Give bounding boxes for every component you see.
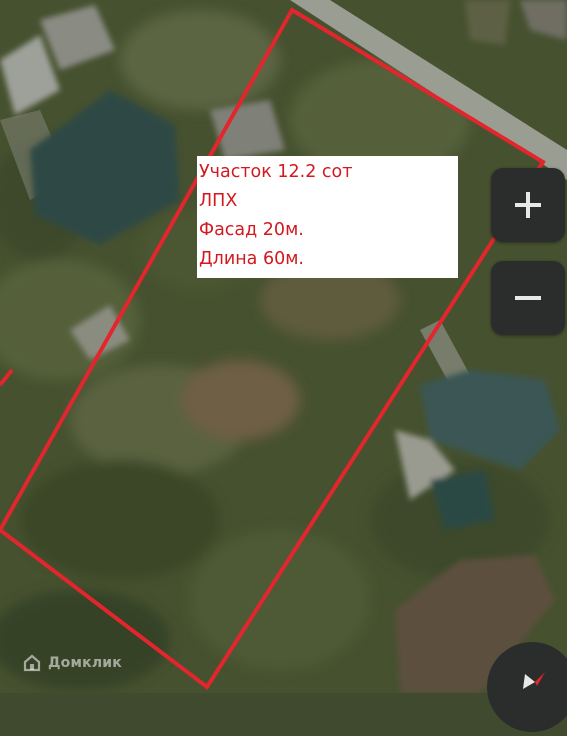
plot-type-label: ЛПХ xyxy=(199,191,238,211)
minus-icon xyxy=(515,296,541,300)
domclick-logo: Домклик xyxy=(22,653,122,673)
plus-icon xyxy=(515,192,541,218)
compass-arrow-icon xyxy=(523,672,545,689)
zoom-out-button[interactable] xyxy=(491,261,565,335)
compass-button[interactable] xyxy=(487,642,567,732)
plot-facade-label: Фасад 20м. xyxy=(199,220,304,240)
satellite-map[interactable] xyxy=(0,0,567,693)
logo-text: Домклик xyxy=(48,655,122,671)
zoom-in-button[interactable] xyxy=(491,168,565,242)
plot-area-label: Участок 12.2 сот xyxy=(199,162,353,182)
plot-info-box: Участок 12.2 сот ЛПХ Фасад 20м. Длина 60… xyxy=(197,156,458,278)
plot-length-label: Длина 60м. xyxy=(199,249,304,269)
house-icon xyxy=(23,654,41,672)
